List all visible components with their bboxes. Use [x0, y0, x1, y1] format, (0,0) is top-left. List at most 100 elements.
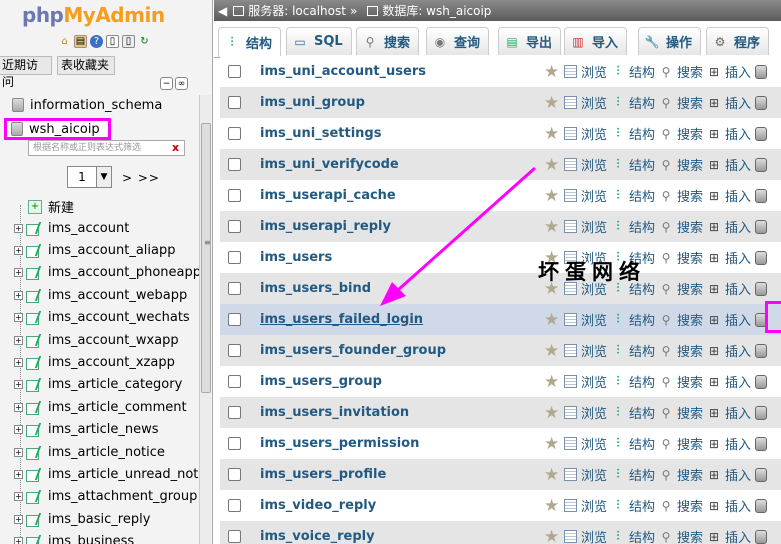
expand-icon[interactable]: + [14, 514, 23, 524]
insert-link[interactable]: ⊞ 插入 [707, 186, 751, 206]
search-link[interactable]: ⚲ 搜索 [659, 434, 703, 454]
table-name-link[interactable]: ims_uni_group [260, 95, 544, 110]
expand-icon[interactable]: + [14, 223, 23, 233]
row-checkbox[interactable] [228, 251, 241, 264]
browse-link[interactable]: 浏览 [564, 186, 607, 205]
structure-link[interactable]: ⫶ 结构 [611, 372, 656, 391]
table-name-link[interactable]: ims_userapi_reply [260, 219, 544, 234]
table-name-link[interactable]: ims_uni_account_users [260, 64, 544, 79]
database-icon[interactable] [755, 467, 768, 482]
structure-link[interactable]: ⫶ 结构 [611, 62, 656, 81]
structure-link[interactable]: ⫶ 结构 [611, 217, 656, 236]
search-link[interactable]: ⚲ 搜索 [659, 124, 703, 144]
browse-link[interactable]: 浏览 [564, 93, 607, 112]
structure-link[interactable]: ⫶ 结构 [611, 124, 656, 143]
nav-table-item[interactable]: + ims_account [14, 218, 129, 238]
nav-table-item[interactable]: + ims_article_comment [14, 397, 187, 417]
expand-icon[interactable]: + [14, 469, 23, 479]
table-filter-input[interactable]: 根据名称或正则表达式筛选 [28, 140, 185, 156]
table-name-link[interactable]: ims_users [260, 250, 544, 265]
reload-icon[interactable]: ↻ [138, 35, 151, 48]
expand-icon[interactable]: + [14, 245, 23, 255]
insert-link[interactable]: ⊞ 插入 [707, 372, 751, 392]
nav-table-item[interactable]: + ims_account_phoneapp [14, 263, 201, 283]
structure-link[interactable]: ⫶ 结构 [611, 403, 656, 422]
table-name-link[interactable]: ims_video_reply [260, 498, 544, 513]
clear-filter-icon[interactable]: x [172, 140, 179, 156]
browse-link[interactable]: 浏览 [564, 496, 607, 515]
browse-link[interactable]: 浏览 [564, 124, 607, 143]
row-checkbox[interactable] [228, 437, 241, 450]
browse-link[interactable]: 浏览 [564, 527, 607, 544]
row-checkbox[interactable] [228, 313, 241, 326]
nav-table-item[interactable]: + ims_account_aliapp [14, 240, 176, 260]
search-link[interactable]: ⚲ 搜索 [659, 248, 703, 268]
home-icon[interactable]: ⌂ [58, 35, 71, 48]
row-checkbox[interactable] [228, 468, 241, 481]
search-link[interactable]: ⚲ 搜索 [659, 217, 703, 237]
nav-table-item[interactable]: + ims_account_wechats [14, 308, 190, 328]
star-icon[interactable]: ★ [544, 435, 560, 452]
search-link[interactable]: ⚲ 搜索 [659, 279, 703, 299]
insert-link[interactable]: ⊞ 插入 [707, 310, 751, 330]
browse-link[interactable]: 浏览 [564, 403, 607, 422]
browse-link[interactable]: 浏览 [564, 465, 607, 484]
database-icon[interactable] [755, 250, 768, 265]
table-name-link[interactable]: ims_users_invitation [260, 405, 544, 420]
tab-structure[interactable]: ⫶ 结构 [218, 27, 282, 57]
database-icon[interactable] [755, 374, 768, 389]
structure-link[interactable]: ⫶ 结构 [611, 93, 656, 112]
insert-link[interactable]: ⊞ 插入 [707, 496, 751, 516]
insert-link[interactable]: ⊞ 插入 [707, 403, 751, 423]
link-icon[interactable]: ∞ [175, 77, 188, 90]
expand-icon[interactable]: + [14, 492, 23, 502]
search-link[interactable]: ⚲ 搜索 [659, 62, 703, 82]
insert-link[interactable]: ⊞ 插入 [707, 434, 751, 454]
star-icon[interactable]: ★ [544, 125, 560, 142]
row-checkbox[interactable] [228, 344, 241, 357]
table-name-link[interactable]: ims_users_founder_group [260, 343, 544, 358]
insert-link[interactable]: ⊞ 插入 [707, 248, 751, 268]
structure-link[interactable]: ⫶ 结构 [611, 527, 656, 544]
structure-link[interactable]: ⫶ 结构 [611, 465, 656, 484]
row-checkbox[interactable] [228, 220, 241, 233]
structure-link[interactable]: ⫶ 结构 [611, 434, 656, 453]
next-page-link[interactable]: > >> [122, 171, 160, 185]
nav-table-item[interactable]: + ims_article_unread_notic [14, 464, 209, 484]
expand-icon[interactable]: + [14, 537, 23, 544]
expand-icon[interactable]: + [14, 380, 23, 390]
row-checkbox[interactable] [228, 530, 241, 543]
database-icon[interactable] [755, 157, 768, 172]
new-table-link[interactable]: + 新建 [28, 197, 74, 216]
expand-icon[interactable]: + [14, 425, 23, 435]
favorite-tables-button[interactable]: 表收藏夹 [57, 56, 115, 75]
star-icon[interactable]: ★ [544, 311, 560, 328]
browse-link[interactable]: 浏览 [564, 155, 607, 174]
insert-link[interactable]: ⊞ 插入 [707, 341, 751, 361]
star-icon[interactable]: ★ [544, 466, 560, 483]
settings-icon[interactable]: ▯ [122, 35, 135, 48]
database-icon[interactable] [755, 436, 768, 451]
insert-link[interactable]: ⊞ 插入 [707, 62, 751, 82]
structure-link[interactable]: ⫶ 结构 [611, 310, 656, 329]
docs-icon[interactable]: ▯ [106, 35, 119, 48]
table-name-link[interactable]: ims_users_failed_login [260, 312, 544, 327]
browse-link[interactable]: 浏览 [564, 372, 607, 391]
database-icon[interactable] [755, 343, 768, 358]
database-icon[interactable] [755, 498, 768, 513]
star-icon[interactable]: ★ [544, 497, 560, 514]
table-name-link[interactable]: ims_voice_reply [260, 529, 544, 544]
insert-link[interactable]: ⊞ 插入 [707, 527, 751, 544]
insert-link[interactable]: ⊞ 插入 [707, 124, 751, 144]
structure-link[interactable]: ⫶ 结构 [611, 186, 656, 205]
phpmyadmin-logo[interactable]: phpMyAdmin [22, 3, 165, 27]
structure-link[interactable]: ⫶ 结构 [611, 341, 656, 360]
table-name-link[interactable]: ims_users_permission [260, 436, 544, 451]
tab-search[interactable]: ⚲ 搜索 [356, 27, 420, 55]
browse-link[interactable]: 浏览 [564, 62, 607, 81]
nav-scrollbar[interactable]: ≡ [199, 95, 211, 544]
table-name-link[interactable]: ims_users_bind [260, 281, 544, 296]
star-icon[interactable]: ★ [544, 63, 560, 80]
chevron-down-icon[interactable]: ▼ [96, 167, 111, 187]
nav-table-item[interactable]: + ims_account_xzapp [14, 352, 175, 372]
